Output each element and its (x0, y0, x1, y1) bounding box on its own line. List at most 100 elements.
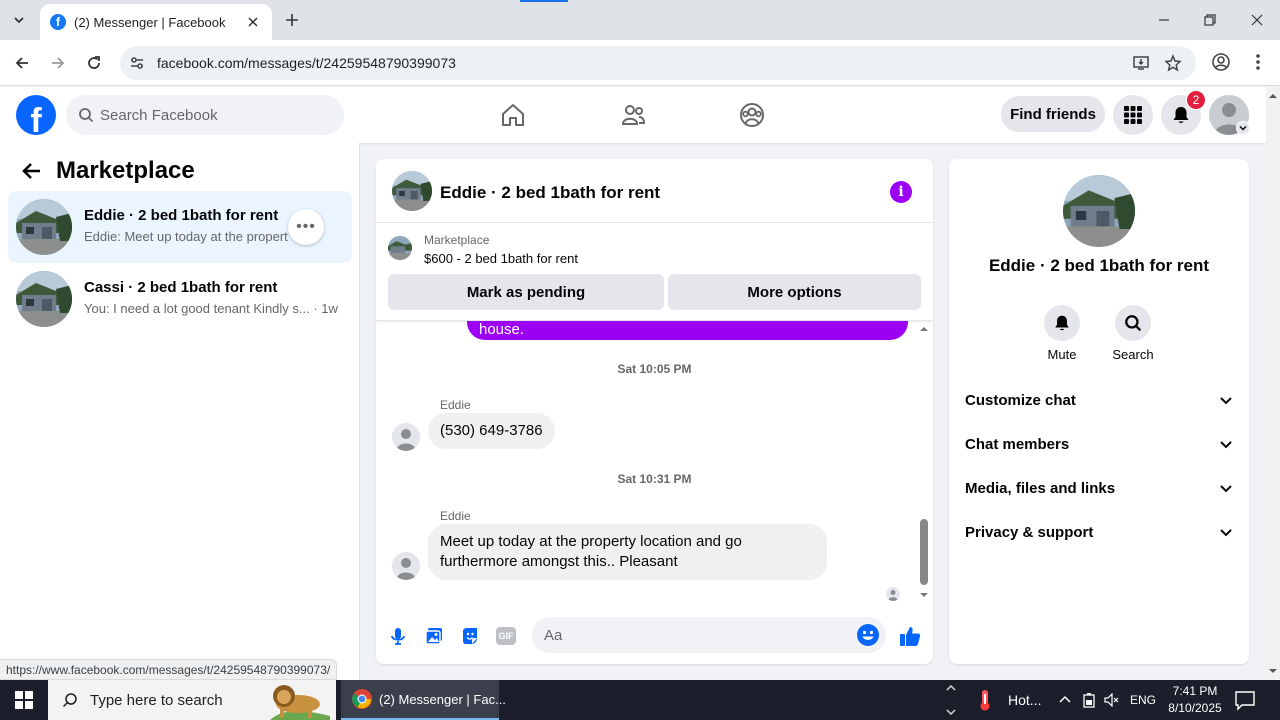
close-window-button[interactable] (1234, 0, 1280, 40)
chat-listing-thumbnail[interactable] (392, 171, 432, 211)
mark-as-pending-button[interactable]: Mark as pending (388, 274, 664, 310)
conversation-snippet-text: Eddie: Meet up today at the propert (84, 229, 288, 244)
groups-nav-icon[interactable] (738, 101, 766, 129)
browser-menu-icon[interactable] (1248, 51, 1268, 78)
conversation-more-options-button[interactable]: ••• (288, 209, 324, 245)
chevron-down-icon (1220, 485, 1232, 493)
search-icon (62, 693, 77, 708)
chat-members-section[interactable]: Chat members (949, 422, 1249, 466)
search-icon (1125, 315, 1142, 332)
reload-button[interactable] (82, 51, 106, 75)
clock-date: 8/10/2025 (1168, 701, 1222, 715)
start-button[interactable] (0, 680, 48, 720)
browser-profile-icon[interactable] (1210, 51, 1232, 78)
message-sender: Eddie (440, 509, 471, 523)
message-line: Meet up today at the property location a… (440, 533, 742, 550)
action-center-icon[interactable] (1234, 689, 1256, 716)
chat-scrollbar[interactable] (918, 321, 933, 603)
emoji-icon[interactable] (856, 623, 880, 647)
details-listing-thumbnail[interactable] (1063, 175, 1135, 247)
chrome-icon (352, 689, 372, 709)
gif-icon[interactable]: GIF (494, 624, 518, 648)
facebook-logo[interactable]: f (16, 95, 56, 135)
language-indicator[interactable]: ENG (1130, 693, 1156, 707)
url-text[interactable]: facebook.com/messages/t/2425954879039907… (157, 55, 456, 71)
back-button[interactable] (10, 51, 34, 75)
scroll-up-icon (920, 327, 928, 331)
taskbar-scroll-arrows[interactable] (944, 680, 958, 720)
listing-thumbnail (388, 236, 412, 260)
find-friends-button[interactable]: Find friends (1001, 96, 1105, 132)
minimize-button[interactable] (1141, 0, 1187, 40)
mute-button[interactable] (1044, 305, 1080, 341)
sticker-icon[interactable] (458, 624, 482, 648)
browser-tab[interactable]: f (2) Messenger | Facebook (40, 4, 272, 40)
conversation-snippet: You: I need a lot good tenant Kindly s..… (84, 301, 338, 316)
search-button[interactable] (1115, 305, 1151, 341)
incoming-message-bubble[interactable]: (530) 649-3786 (428, 413, 555, 449)
message-timestamp: Sat 10:31 PM (617, 472, 692, 486)
address-bar[interactable]: facebook.com/messages/t/2425954879039907… (120, 46, 1196, 80)
conversation-sidebar: Marketplace Eddie · 2 bed 1bath for rent… (0, 143, 360, 680)
home-nav-icon[interactable] (499, 101, 527, 129)
lion-illustration-icon (260, 680, 336, 720)
speaker-muted-icon[interactable] (1104, 693, 1120, 707)
scroll-up-icon (1269, 94, 1277, 98)
privacy-support-section[interactable]: Privacy & support (949, 510, 1249, 554)
listing-thumbnail (16, 271, 72, 327)
thumbs-up-icon[interactable] (898, 624, 922, 648)
more-options-button[interactable]: More options (668, 274, 921, 310)
bookmark-star-icon[interactable] (1164, 53, 1182, 77)
message-input[interactable]: Aa (532, 617, 886, 653)
scroll-down-icon (920, 593, 928, 597)
facebook-logo-letter: f (30, 102, 42, 135)
new-tab-button[interactable] (282, 10, 302, 30)
section-label: Privacy & support (965, 523, 1094, 541)
grid-icon (1124, 106, 1142, 124)
page-scrollbar[interactable] (1266, 87, 1280, 680)
restore-button[interactable] (1187, 0, 1233, 40)
sender-avatar[interactable] (392, 423, 420, 451)
conversation-item-cassi[interactable]: Cassi · 2 bed 1bath for rent You: I need… (8, 263, 352, 335)
browser-toolbar: facebook.com/messages/t/2425954879039907… (0, 40, 1280, 86)
site-settings-icon[interactable] (128, 54, 146, 72)
incoming-message-bubble[interactable]: Meet up today at the property location a… (428, 524, 827, 580)
conversation-item-eddie[interactable]: Eddie · 2 bed 1bath for rent Eddie: Meet… (8, 191, 352, 263)
chevron-up-icon[interactable] (1058, 693, 1072, 707)
close-tab-icon[interactable] (244, 13, 262, 31)
facebook-search-input[interactable]: Search Facebook (66, 95, 344, 135)
photo-icon[interactable] (422, 624, 446, 648)
outgoing-message-text: house. (479, 321, 525, 338)
taskbar-chrome-app[interactable]: (2) Messenger | Fac... (341, 680, 506, 720)
notification-count-badge: 2 (1186, 90, 1206, 110)
search-action[interactable]: Search (1103, 305, 1163, 362)
windows-logo-icon (15, 691, 33, 709)
install-app-icon[interactable] (1132, 54, 1150, 77)
mute-action[interactable]: Mute (1032, 305, 1092, 362)
friends-nav-icon[interactable] (619, 101, 647, 129)
facebook-header: f Search Facebook Find friends 2 (0, 87, 1266, 143)
weather-widget[interactable]: Hot... (960, 680, 1041, 720)
chevron-down-icon (946, 709, 956, 715)
taskbar-search-box[interactable]: Type here to search (48, 680, 336, 720)
info-icon[interactable]: i (890, 181, 912, 203)
customize-chat-section[interactable]: Customize chat (949, 378, 1249, 422)
bell-icon (1173, 107, 1189, 123)
conversation-name: Eddie · 2 bed 1bath for rent (84, 207, 279, 224)
menu-grid-button[interactable] (1113, 95, 1153, 135)
chevron-down-icon (1220, 397, 1232, 405)
clock[interactable]: 7:41 PM 8/10/2025 (1164, 683, 1226, 717)
back-arrow-icon[interactable] (16, 155, 48, 187)
chevron-down-icon[interactable] (1236, 121, 1250, 135)
listing-price-title[interactable]: $600 - 2 bed 1bath for rent (424, 251, 578, 266)
chat-title[interactable]: Eddie · 2 bed 1bath for rent (440, 183, 660, 203)
sender-avatar[interactable] (392, 552, 420, 580)
tab-search-button[interactable] (6, 8, 32, 32)
microphone-icon[interactable] (386, 624, 410, 648)
arrow-right-icon (52, 57, 65, 69)
battery-icon[interactable] (1082, 692, 1096, 708)
scrollbar-thumb[interactable] (920, 519, 928, 585)
forward-button[interactable] (46, 51, 70, 75)
clock-time: 7:41 PM (1172, 684, 1218, 698)
media-files-links-section[interactable]: Media, files and links (949, 466, 1249, 510)
